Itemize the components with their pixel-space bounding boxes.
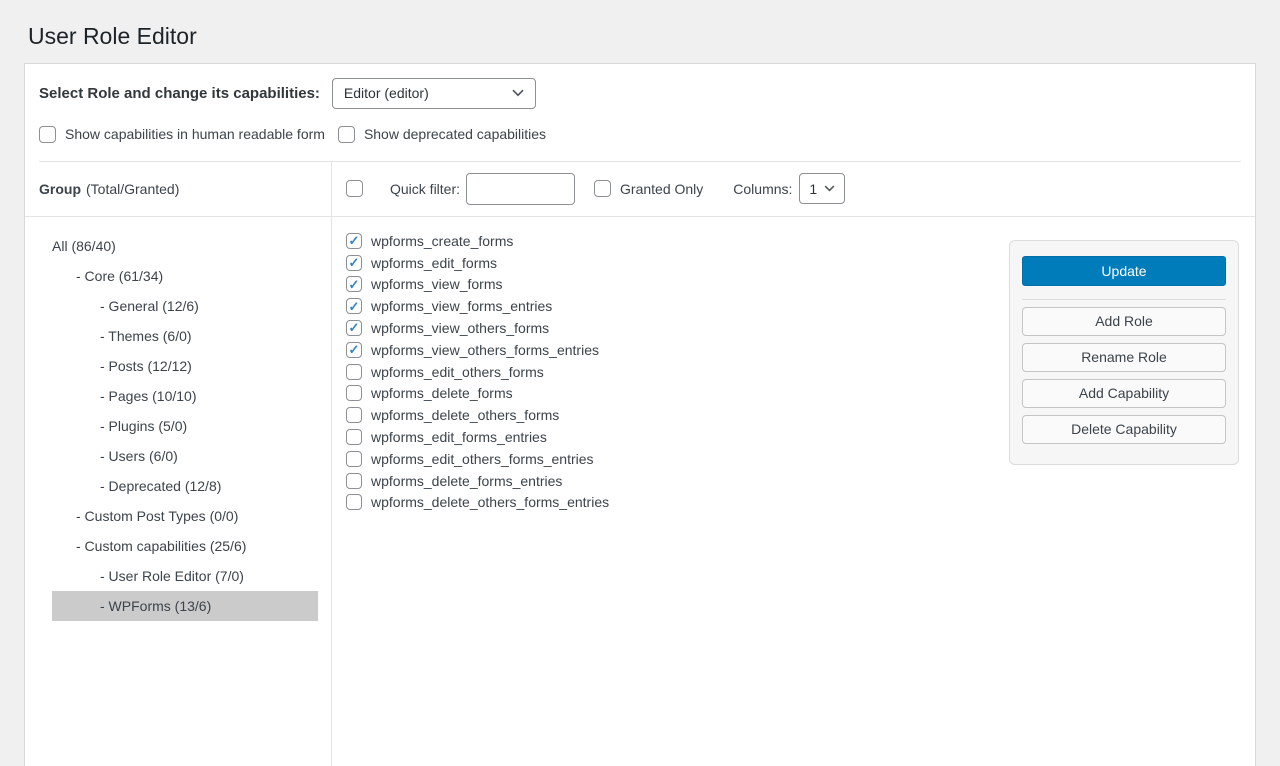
capability-label: wpforms_edit_others_forms_entries xyxy=(371,451,594,467)
role-select[interactable]: Editor (editor) xyxy=(332,78,536,109)
secondary-buttons: Add Role Rename Role Add Capability Delete … xyxy=(1022,307,1226,444)
rename-role-button[interactable]: Rename Role xyxy=(1022,343,1226,372)
group-item[interactable]: - Posts (12/12) xyxy=(52,351,318,381)
capabilities-content: wpforms_create_forms wpforms_edit_formswp… xyxy=(332,217,1255,766)
group-item[interactable]: All (86/40) xyxy=(52,231,318,261)
divider xyxy=(1022,299,1226,300)
actions-panel: Update Add Role Rename Role Add Capability… xyxy=(1009,240,1239,465)
show-deprecated-checkbox[interactable] xyxy=(338,126,355,143)
capability-checkbox[interactable] xyxy=(346,473,362,489)
capability-label: wpforms_view_others_forms_entries xyxy=(371,342,599,358)
human-readable-checkbox[interactable] xyxy=(39,126,56,143)
capability-checkbox[interactable] xyxy=(346,451,362,467)
group-column-header: Group (Total/Granted) xyxy=(25,162,331,217)
role-select-value: Editor (editor) xyxy=(344,85,429,101)
capabilities-column: Quick filter: Granted Only Columns: 1 wp… xyxy=(332,162,1255,766)
group-item[interactable]: - Users (6/0) xyxy=(52,441,318,471)
capability-label: wpforms_edit_others_forms xyxy=(371,364,544,380)
group-item[interactable]: - Pages (10/10) xyxy=(52,381,318,411)
capability-label: wpforms_create_forms xyxy=(371,233,513,249)
capability-label: wpforms_view_forms xyxy=(371,276,502,292)
capability-checkbox[interactable] xyxy=(346,276,362,292)
group-tree: All (86/40)- Core (61/34)- General (12/6… xyxy=(25,217,331,621)
capability-checkbox[interactable] xyxy=(346,364,362,380)
group-column: Group (Total/Granted) All (86/40)- Core … xyxy=(25,162,332,766)
columns-label: Columns: xyxy=(733,181,792,197)
add-capability-button[interactable]: Add Capability xyxy=(1022,379,1226,408)
group-item[interactable]: - Deprecated (12/8) xyxy=(52,471,318,501)
capability-label: wpforms_delete_forms_entries xyxy=(371,473,562,489)
capability-checkbox[interactable] xyxy=(346,298,362,314)
quick-filter-label: Quick filter: xyxy=(390,181,460,197)
capability-row: wpforms_delete_forms_entries xyxy=(346,470,1255,492)
capability-checkbox[interactable] xyxy=(346,407,362,423)
role-select-label: Select Role and change its capabilities: xyxy=(39,85,320,102)
group-header-suffix: (Total/Granted) xyxy=(86,181,179,197)
group-item[interactable]: - Custom capabilities (25/6) xyxy=(52,531,318,561)
capability-checkbox[interactable] xyxy=(346,429,362,445)
group-item[interactable]: - Custom Post Types (0/0) xyxy=(52,501,318,531)
group-item[interactable]: - User Role Editor (7/0) xyxy=(52,561,318,591)
capability-label: wpforms_delete_others_forms_entries xyxy=(371,494,609,510)
chevron-down-icon xyxy=(512,89,524,97)
human-readable-label: Show capabilities in human readable form xyxy=(65,126,325,142)
capability-checkbox[interactable] xyxy=(346,320,362,336)
columns-select-value: 1 xyxy=(809,181,817,197)
capability-row: wpforms_delete_others_forms_entries xyxy=(346,491,1255,513)
capability-label: wpforms_delete_forms xyxy=(371,385,513,401)
main-panel: Select Role and change its capabilities:… xyxy=(24,63,1256,766)
capability-label: wpforms_view_others_forms xyxy=(371,320,549,336)
capability-label: wpforms_view_forms_entries xyxy=(371,298,552,314)
group-item[interactable]: - Themes (6/0) xyxy=(52,321,318,351)
columns-select[interactable]: 1 xyxy=(799,173,845,204)
capability-label: wpforms_edit_forms_entries xyxy=(371,429,547,445)
capability-checkbox[interactable] xyxy=(346,385,362,401)
granted-only-checkbox[interactable] xyxy=(594,180,611,197)
group-item[interactable]: - General (12/6) xyxy=(52,291,318,321)
capability-checkbox[interactable] xyxy=(346,494,362,510)
group-header-title: Group xyxy=(39,181,81,197)
capability-checkbox[interactable] xyxy=(346,255,362,271)
group-item[interactable]: - Plugins (5/0) xyxy=(52,411,318,441)
add-role-button[interactable]: Add Role xyxy=(1022,307,1226,336)
update-button[interactable]: Update xyxy=(1022,256,1226,286)
capability-checkbox[interactable] xyxy=(346,233,362,249)
quick-filter-input[interactable] xyxy=(466,173,575,205)
capability-label: wpforms_delete_others_forms xyxy=(371,407,559,423)
chevron-down-icon xyxy=(824,185,835,192)
page-title: User Role Editor xyxy=(0,0,1280,63)
filter-bar: Quick filter: Granted Only Columns: 1 xyxy=(332,162,1255,217)
group-item[interactable]: - WPForms (13/6) xyxy=(52,591,318,621)
show-deprecated-label: Show deprecated capabilities xyxy=(364,126,546,142)
select-all-checkbox[interactable] xyxy=(346,180,363,197)
granted-only-label: Granted Only xyxy=(620,181,703,197)
group-item[interactable]: - Core (61/34) xyxy=(52,261,318,291)
top-section: Select Role and change its capabilities:… xyxy=(25,64,1255,162)
capability-checkbox[interactable] xyxy=(346,342,362,358)
capability-label: wpforms_edit_forms xyxy=(371,255,497,271)
delete-capability-button[interactable]: Delete Capability xyxy=(1022,415,1226,444)
